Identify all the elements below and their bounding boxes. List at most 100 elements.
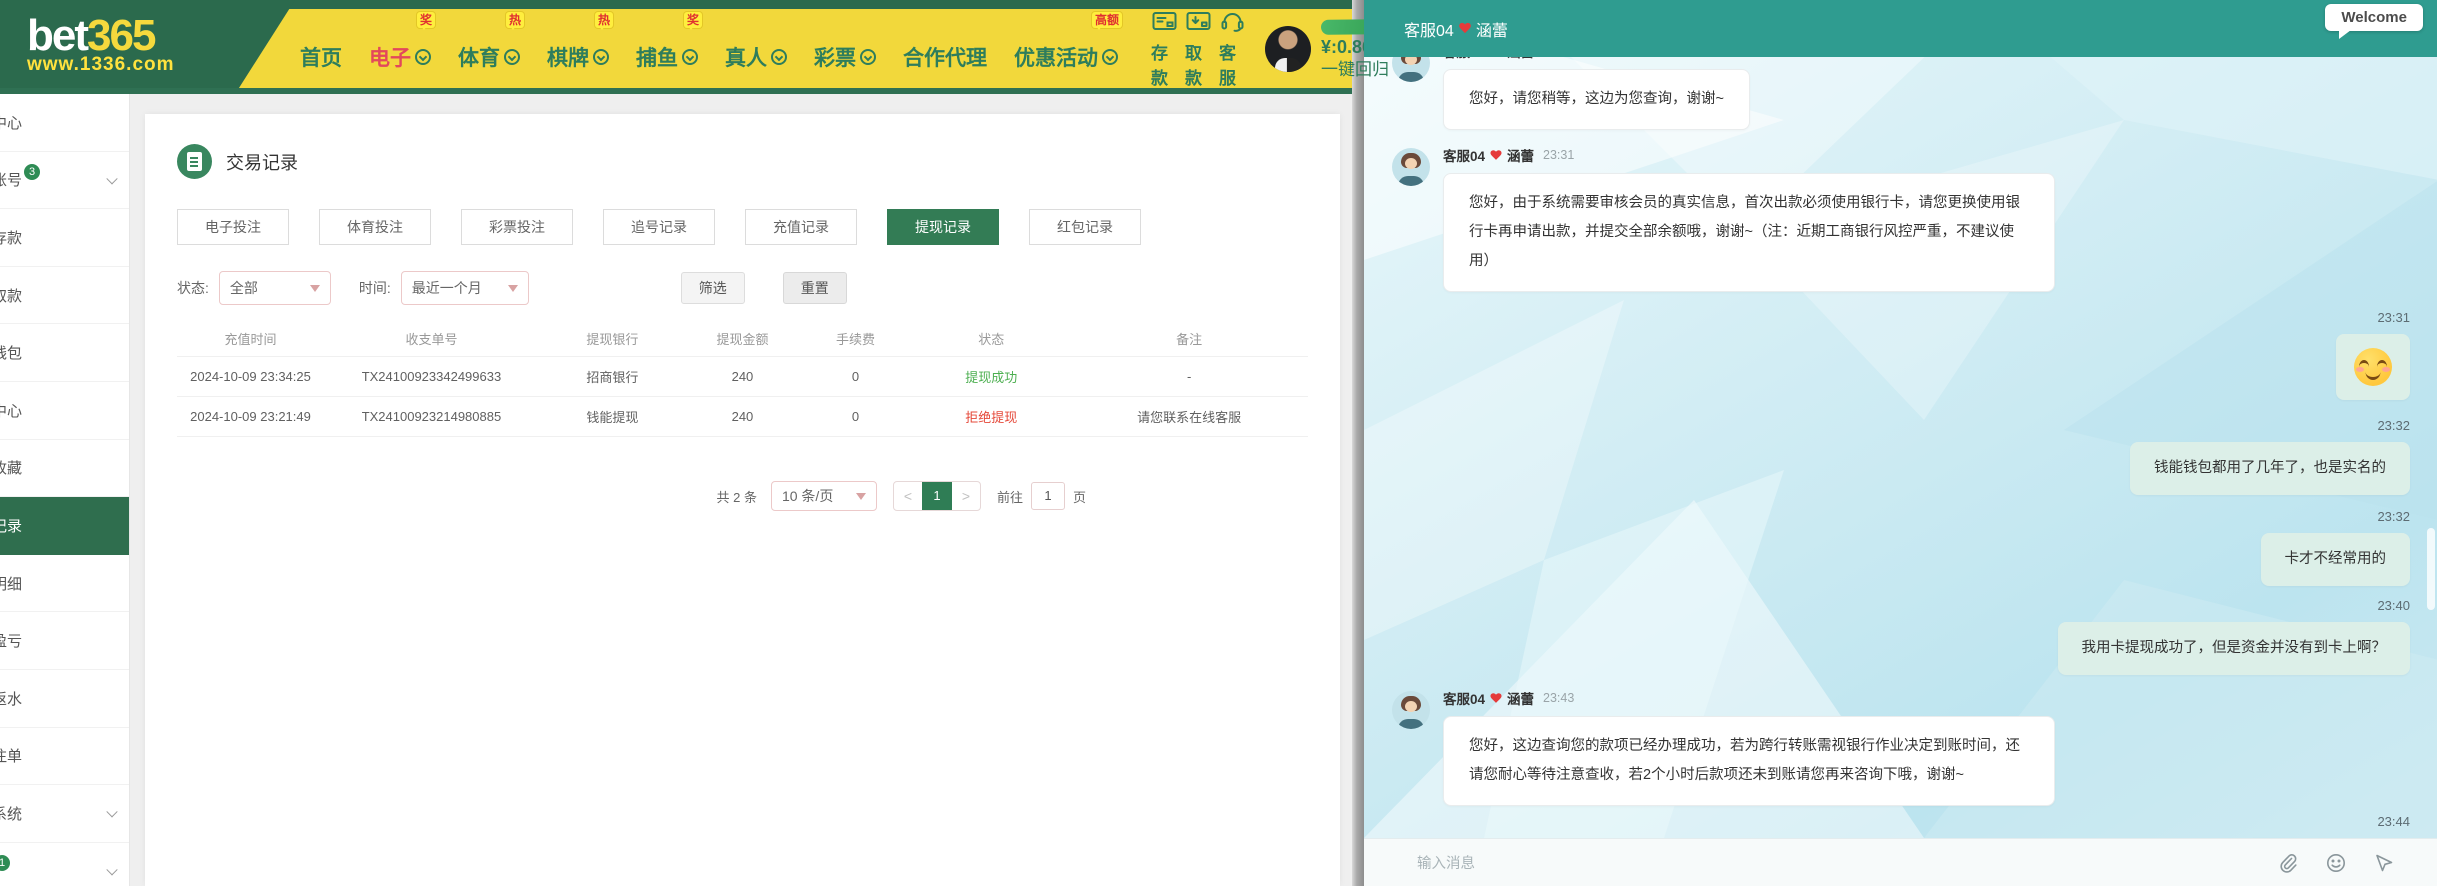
agent-bubble: 您好，请您稍等，这边为您查询，谢谢~ xyxy=(1443,69,1750,130)
nav-item-7[interactable]: 彩票 xyxy=(814,42,876,72)
withdraw-card-icon xyxy=(1185,9,1212,38)
deposit-card-icon xyxy=(1151,9,1178,38)
sidebar-item-more-13[interactable]: 1 xyxy=(0,843,129,886)
chevron-circle-icon xyxy=(593,49,609,65)
sidebar-item-钱包[interactable]: 钱包 xyxy=(0,324,129,382)
withdraw-button[interactable]: 取款 xyxy=(1185,9,1212,89)
one-key-back-button[interactable]: 一键回归 xyxy=(1321,60,1473,79)
user-bubble: 卡才不经常用的 xyxy=(2261,533,2411,586)
nav-item-1[interactable]: 首页 xyxy=(300,42,342,72)
sidebar-item-label: 注单 xyxy=(0,745,22,766)
current-page-button[interactable]: 1 xyxy=(922,481,952,511)
sidebar-item-label: 中心 xyxy=(0,112,22,133)
tab-红包记录[interactable]: 红包记录 xyxy=(1029,209,1141,245)
status-select[interactable]: 全部 xyxy=(219,271,331,305)
sidebar-item-收藏[interactable]: 收藏 xyxy=(0,440,129,498)
time-label: 时间: xyxy=(359,278,391,298)
user-message: 23:44好吧，我等待一会 xyxy=(1364,814,2437,838)
nav-item-9[interactable]: 高额优惠活动 xyxy=(1014,42,1118,72)
attachment-icon[interactable] xyxy=(2277,852,2299,874)
chat-scrollbar-thumb[interactable] xyxy=(2427,528,2435,610)
goto-page-input[interactable]: 1 xyxy=(1031,482,1065,510)
betting-site-window: bet365 www.1336.com 首页奖电子热体育热棋牌奖捕鱼真人彩票合作… xyxy=(0,0,1352,886)
nav-item-label: 优惠活动 xyxy=(1014,42,1098,72)
column-header: 充值时间 xyxy=(177,329,324,348)
sidebar-item-label: 记录 xyxy=(0,515,22,536)
welcome-bubble: Welcome xyxy=(2325,4,2423,31)
sidebar-item-label: 存款 xyxy=(0,227,22,248)
customer-service-button[interactable]: 客服 xyxy=(1219,9,1246,89)
sidebar-item-明细[interactable]: 明细 xyxy=(0,555,129,613)
user-bubble xyxy=(2336,334,2410,400)
sidebar-item-label: 账号 xyxy=(0,169,22,190)
nav-item-5[interactable]: 奖捕鱼 xyxy=(636,42,698,72)
tab-彩票投注[interactable]: 彩票投注 xyxy=(461,209,573,245)
sidebar-item-存款[interactable]: 存款 xyxy=(0,209,129,267)
tab-充值记录[interactable]: 充值记录 xyxy=(745,209,857,245)
nav-item-4[interactable]: 热棋牌 xyxy=(547,42,609,72)
agent-name: 客服04 xyxy=(1443,145,1485,165)
message-input[interactable]: 输入消息 xyxy=(1417,852,2251,873)
dropdown-arrow-icon xyxy=(508,285,518,297)
sidebar: 中心账号3存款取款钱包中心收藏记录明细盈亏返水注单系统1 xyxy=(0,94,130,886)
sidebar-item-取款[interactable]: 取款 xyxy=(0,267,129,325)
sidebar-item-中心[interactable]: 中心 xyxy=(0,94,129,152)
sidebar-item-记录[interactable]: 记录 xyxy=(0,497,129,555)
nav-item-6[interactable]: 真人 xyxy=(725,42,787,72)
table-header-row: 充值时间收支单号提现银行提现金额手续费状态备注 xyxy=(177,321,1308,357)
document-icon xyxy=(177,144,212,179)
transaction-records-card: 交易记录 电子投注体育投注彩票投注追号记录充值记录提现记录红包记录 状态: 全部… xyxy=(145,114,1340,886)
agent-name: 客服04 xyxy=(1443,688,1485,708)
status-label: 状态: xyxy=(177,278,209,298)
logo-text: bet365 xyxy=(27,16,295,56)
cell-order: TX24100923342499633 xyxy=(324,369,539,384)
cell-fee: 0 xyxy=(799,369,912,384)
message-time: 23:44 xyxy=(2377,814,2410,829)
next-page-button[interactable]: > xyxy=(952,488,980,504)
nav-item-8[interactable]: 合作代理 xyxy=(903,42,987,72)
cell-time: 2024-10-09 23:21:49 xyxy=(177,409,324,424)
table-row: 2024-10-09 23:34:25TX24100923342499633招商… xyxy=(177,357,1308,397)
tab-体育投注[interactable]: 体育投注 xyxy=(319,209,431,245)
smiling-blush-emoji xyxy=(2354,348,2392,386)
cell-note: - xyxy=(1070,369,1308,384)
deposit-button[interactable]: 存款 xyxy=(1151,9,1178,89)
reset-button[interactable]: 重置 xyxy=(783,272,847,304)
sidebar-item-label: 收藏 xyxy=(0,457,22,478)
sidebar-item-中心[interactable]: 中心 xyxy=(0,382,129,440)
sidebar-item-label: 明细 xyxy=(0,573,22,594)
sidebar-item-label: 系统 xyxy=(0,803,22,824)
column-header: 提现银行 xyxy=(539,329,686,348)
heart-icon xyxy=(1490,693,1501,703)
sidebar-item-盈亏[interactable]: 盈亏 xyxy=(0,612,129,670)
sidebar-item-返水[interactable]: 返水 xyxy=(0,670,129,728)
promo-badge: 热 xyxy=(595,12,613,28)
nav-item-2[interactable]: 奖电子 xyxy=(369,42,431,72)
quick-actions: 存款取款客服 xyxy=(1151,9,1253,89)
sidebar-item-注单[interactable]: 注单 xyxy=(0,728,129,786)
tab-电子投注[interactable]: 电子投注 xyxy=(177,209,289,245)
window-divider-scrollbar[interactable] xyxy=(1352,0,1364,886)
filter-button[interactable]: 筛选 xyxy=(681,272,745,304)
page-size-select[interactable]: 10 条/页 xyxy=(771,481,877,511)
time-select[interactable]: 最近一个月 xyxy=(401,271,529,305)
prev-page-button[interactable]: < xyxy=(894,488,922,504)
column-header: 收支单号 xyxy=(324,329,539,348)
emoji-picker-icon[interactable] xyxy=(2325,852,2347,874)
message-time: 23:40 xyxy=(2377,598,2410,613)
user-message: 23:32卡才不经常用的 xyxy=(1364,509,2437,586)
total-count: 共 2 条 xyxy=(717,487,757,506)
nav-item-label: 首页 xyxy=(300,42,342,72)
nav-item-label: 合作代理 xyxy=(903,42,987,72)
sidebar-item-系统[interactable]: 系统 xyxy=(0,785,129,843)
bet365-logo[interactable]: bet365 www.1336.com xyxy=(0,0,295,88)
nav-item-3[interactable]: 热体育 xyxy=(458,42,520,72)
cell-bank: 钱能提现 xyxy=(539,407,686,426)
agent-avatar xyxy=(1392,691,1430,729)
column-header: 状态 xyxy=(912,329,1070,348)
tab-追号记录[interactable]: 追号记录 xyxy=(603,209,715,245)
chat-input-bar: 输入消息 xyxy=(1364,838,2437,886)
send-icon[interactable] xyxy=(2373,852,2395,874)
sidebar-item-账号[interactable]: 账号3 xyxy=(0,152,129,210)
tab-提现记录[interactable]: 提现记录 xyxy=(887,209,999,245)
